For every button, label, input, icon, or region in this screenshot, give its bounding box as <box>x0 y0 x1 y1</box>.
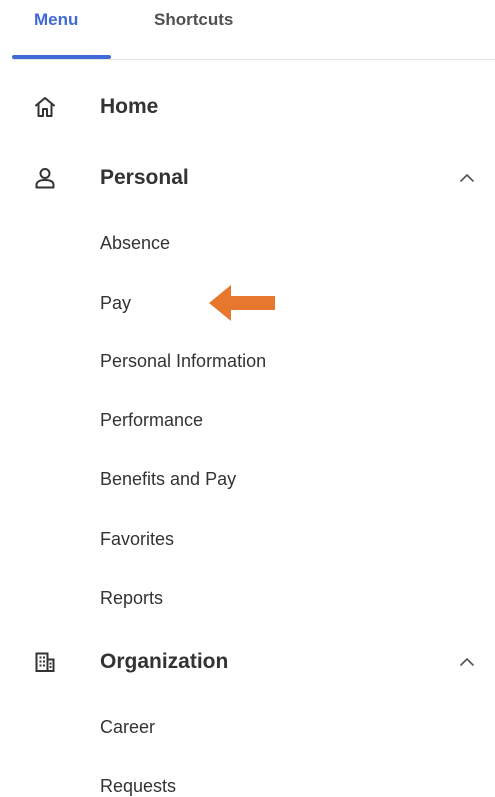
tab-divider <box>12 59 495 60</box>
tab-menu[interactable]: Menu <box>34 9 78 31</box>
person-icon <box>35 168 55 189</box>
chevron-up-icon[interactable] <box>458 655 476 669</box>
submenu-item-favorites[interactable]: Favorites <box>100 528 174 550</box>
submenu-item-reports[interactable]: Reports <box>100 587 163 609</box>
submenu-item-requests[interactable]: Requests <box>100 775 176 797</box>
menu-section-personal-label: Personal <box>100 166 189 189</box>
menu-section-personal[interactable]: Personal <box>0 160 495 196</box>
submenu-item-benefits-and-pay[interactable]: Benefits and Pay <box>100 468 236 490</box>
submenu-item-career[interactable]: Career <box>100 716 155 738</box>
submenu-item-performance[interactable]: Performance <box>100 409 203 431</box>
menu-section-organization-label: Organization <box>100 650 229 673</box>
menu-item-home[interactable]: Home <box>0 89 495 125</box>
submenu-item-pay[interactable]: Pay <box>100 292 131 314</box>
tab-shortcuts[interactable]: Shortcuts <box>154 9 233 31</box>
building-icon <box>35 652 55 672</box>
menu-section-organization[interactable]: Organization <box>0 644 495 680</box>
home-icon <box>35 97 55 117</box>
menu-item-home-label: Home <box>100 95 159 118</box>
left-arrow-icon <box>209 285 275 321</box>
submenu-item-personal-information[interactable]: Personal Information <box>100 350 266 372</box>
chevron-up-icon[interactable] <box>458 171 476 185</box>
submenu-item-absence[interactable]: Absence <box>100 232 170 254</box>
tab-bar: Menu Shortcuts <box>0 0 495 60</box>
